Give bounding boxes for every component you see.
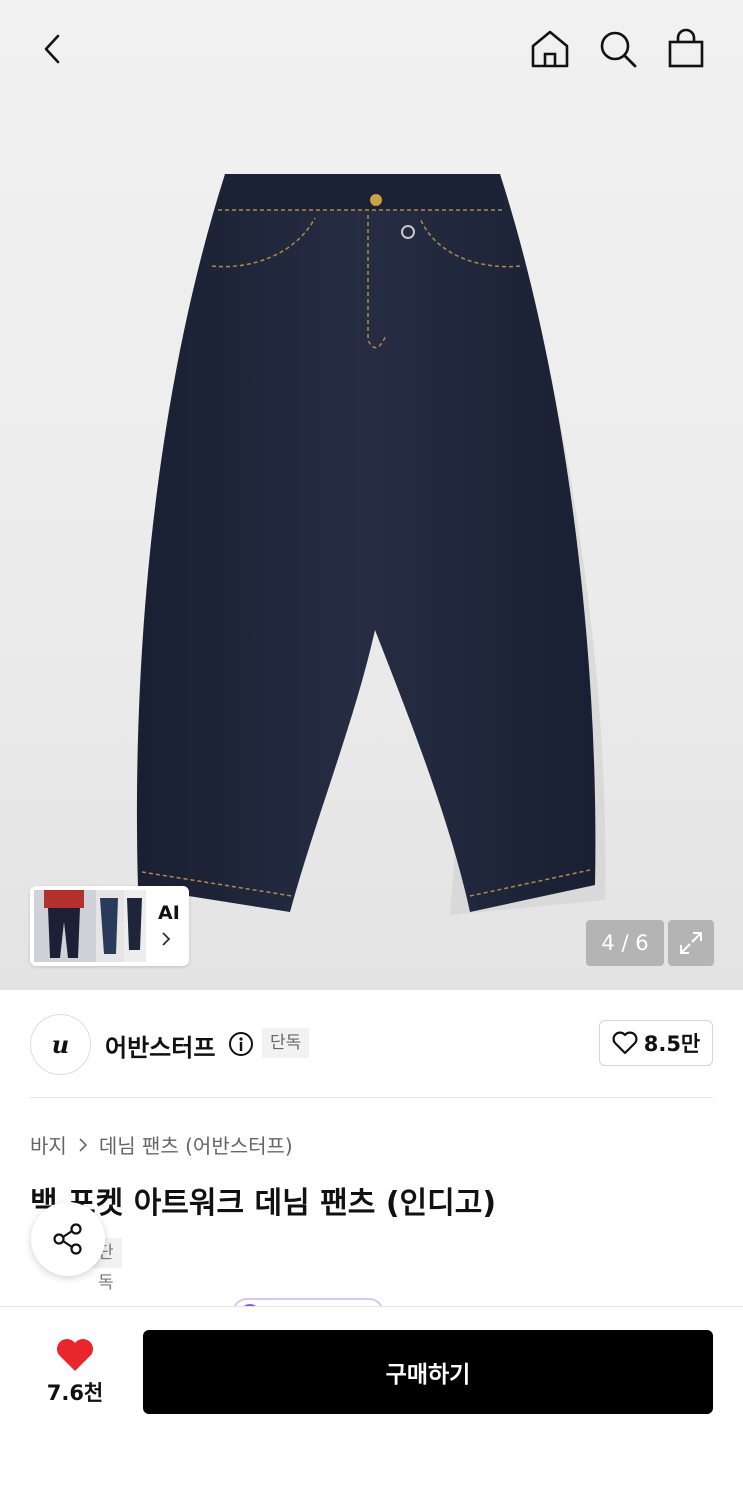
info-icon[interactable] xyxy=(228,1031,254,1057)
brand-logo[interactable]: u xyxy=(30,1014,91,1075)
brand-like-button[interactable]: 8.5만 xyxy=(599,1020,713,1066)
breadcrumb-item-subcategory[interactable]: 데님 팬츠 (어반스터프) xyxy=(99,1130,293,1159)
wishlist-button[interactable]: 7.6천 xyxy=(40,1337,110,1407)
brand-section: u 어반스터프 단독 8.5만 xyxy=(0,990,743,1098)
ai-label: AI xyxy=(158,902,180,924)
search-icon[interactable] xyxy=(597,28,639,70)
breadcrumb: 바지 데님 팬츠 (어반스터프) xyxy=(30,1130,293,1159)
heart-filled-icon xyxy=(57,1339,93,1371)
shopping-bag-icon[interactable] xyxy=(665,28,707,70)
share-icon xyxy=(53,1223,82,1255)
expand-icon[interactable] xyxy=(668,920,714,966)
bottom-action-bar: 7.6천 구매하기 xyxy=(0,1306,743,1500)
buy-button[interactable]: 구매하기 xyxy=(143,1330,713,1414)
back-icon[interactable] xyxy=(32,28,74,70)
heart-outline-icon xyxy=(612,1031,638,1055)
chevron-right-icon xyxy=(79,1137,87,1152)
product-image-gallery[interactable]: AI 4 / 6 xyxy=(0,0,743,990)
ai-fitting-thumbnail[interactable]: AI xyxy=(30,886,189,966)
brand-like-count: 8.5만 xyxy=(643,1032,701,1056)
ai-model-thumbnails xyxy=(34,890,146,962)
wishlist-count: 7.6천 xyxy=(46,1381,104,1405)
brand-logo-text: u xyxy=(51,1030,70,1059)
breadcrumb-item-category[interactable]: 바지 xyxy=(30,1130,67,1159)
chevron-right-icon xyxy=(162,932,171,946)
home-icon[interactable] xyxy=(529,28,571,70)
divider xyxy=(30,1097,713,1098)
exclusive-badge: 단독 xyxy=(262,1028,310,1058)
product-image-jeans xyxy=(136,174,606,915)
image-counter: 4 / 6 xyxy=(586,920,664,966)
brand-name[interactable]: 어반스터프 xyxy=(105,1028,215,1063)
product-title: 백 포켓 아트워크 데님 팬츠 (인디고) xyxy=(30,1186,497,1221)
share-button[interactable] xyxy=(31,1202,105,1276)
